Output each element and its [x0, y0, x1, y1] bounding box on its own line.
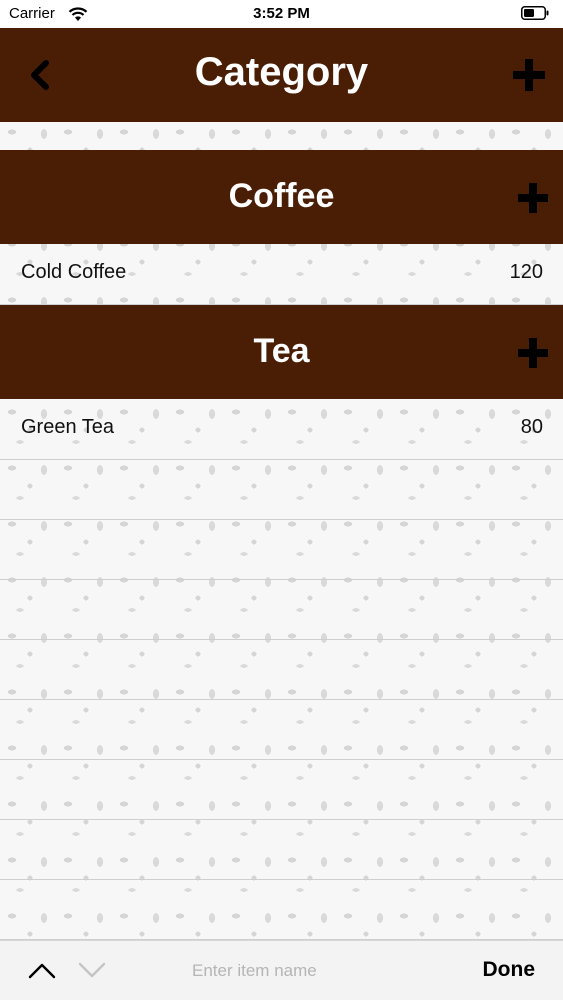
item-price: 120 — [509, 261, 543, 283]
empty-row — [0, 520, 563, 580]
empty-row — [0, 820, 563, 880]
empty-row — [0, 460, 563, 520]
section-header-coffee: Coffee — [0, 150, 563, 244]
status-time: 3:52 PM — [253, 5, 310, 22]
empty-row — [0, 580, 563, 640]
done-button[interactable]: Done — [483, 958, 536, 982]
empty-row — [0, 640, 563, 700]
section-title: Tea — [253, 332, 310, 370]
section-header-tea: Tea — [0, 305, 563, 399]
item-name-input[interactable] — [190, 957, 414, 985]
list-item[interactable]: Green Tea 80 — [0, 399, 563, 460]
navigation-bar: Category — [0, 28, 563, 122]
page-title: Category — [194, 50, 369, 94]
empty-row — [0, 700, 563, 760]
chevron-up-icon[interactable] — [28, 961, 56, 979]
status-bar: Carrier 3:52 PM — [0, 0, 563, 28]
item-name: Cold Coffee — [21, 261, 127, 283]
item-price: 80 — [520, 416, 543, 438]
empty-row — [0, 760, 563, 820]
category-list[interactable]: Coffee Cold Coffee 120 Tea Green Tea 80 — [0, 122, 563, 940]
add-item-plus-icon[interactable] — [517, 337, 549, 369]
add-item-plus-icon[interactable] — [517, 182, 549, 214]
keyboard-toolbar: Done — [0, 940, 563, 1000]
item-name: Green Tea — [21, 416, 115, 438]
chevron-down-icon[interactable] — [78, 961, 106, 979]
add-category-plus-icon[interactable] — [512, 58, 546, 92]
list-item[interactable]: Cold Coffee 120 — [0, 244, 563, 305]
battery-icon — [521, 6, 549, 20]
section-title: Coffee — [228, 177, 335, 215]
empty-row — [0, 880, 563, 940]
